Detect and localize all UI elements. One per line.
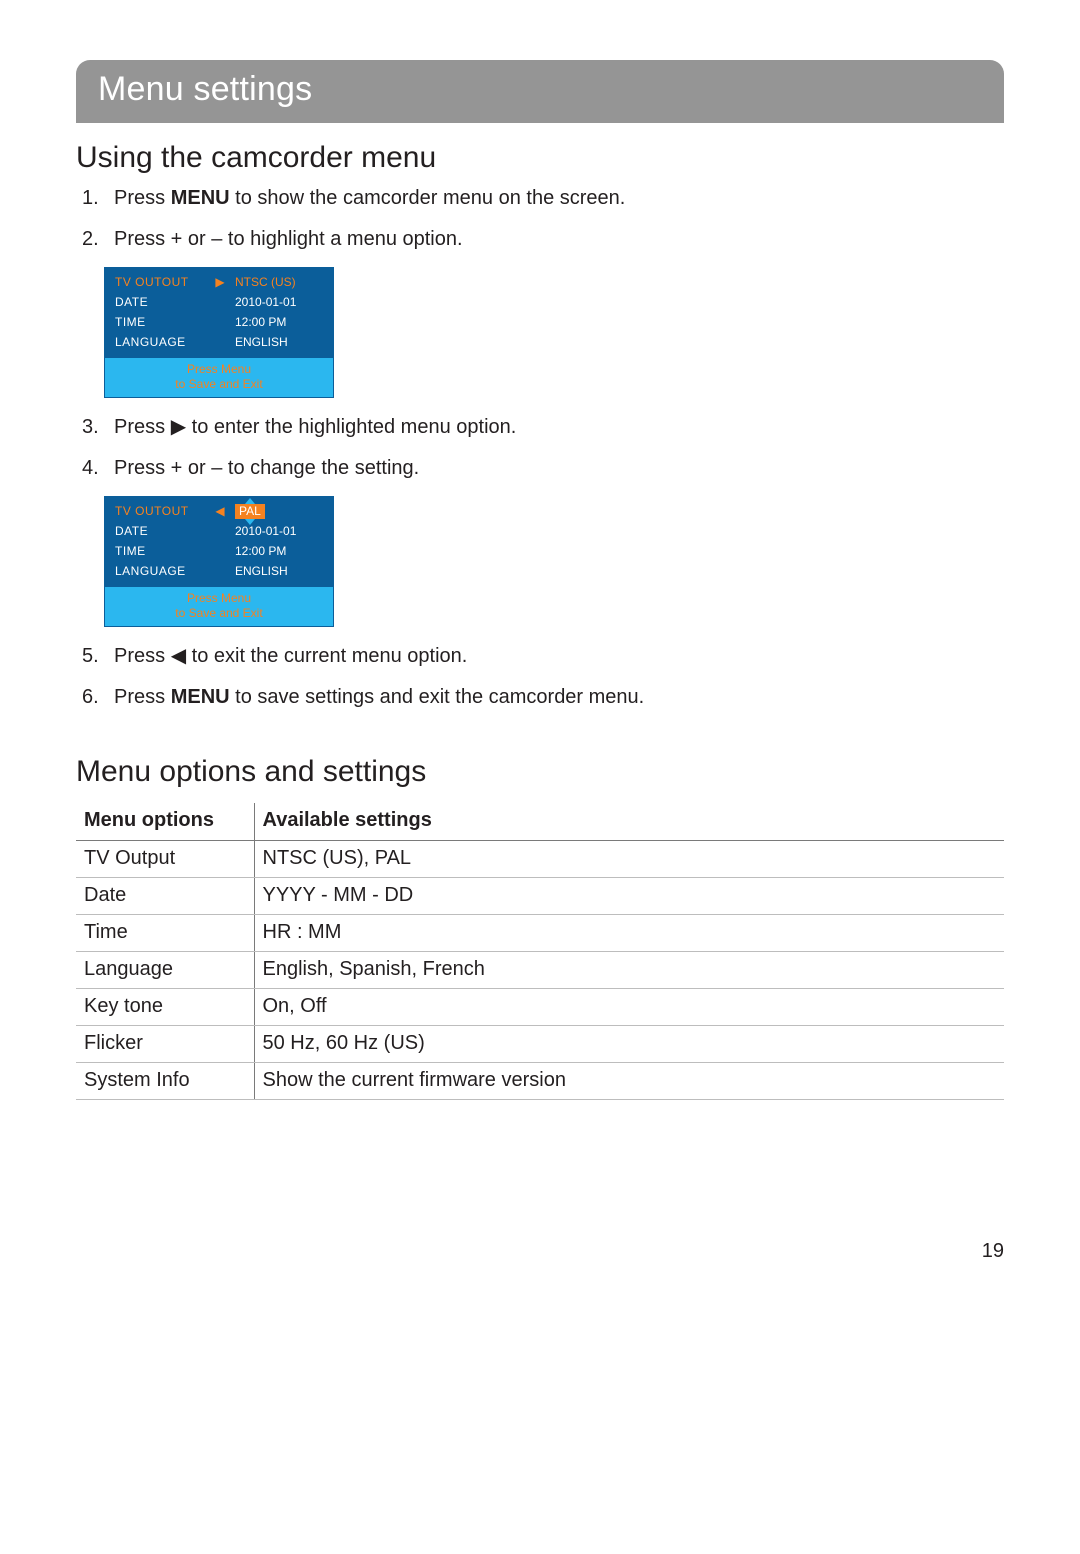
- camcorder-menu-screenshot-b: TV OUTOUT ◀ PAL DATE 2010-01-01 TIME 12:…: [104, 496, 334, 627]
- steps-list: 1. Press MENU to show the camcorder menu…: [76, 185, 1004, 253]
- cell-option: Time: [76, 915, 254, 952]
- table-row: TimeHR : MM: [76, 915, 1004, 952]
- caret-up-icon: [245, 498, 255, 504]
- step-text: Press MENU to show the camcorder menu on…: [114, 185, 625, 212]
- banner-title: Menu settings: [98, 70, 982, 109]
- step-text: Press ◀ to exit the current menu option.: [114, 643, 467, 670]
- cell-settings: HR : MM: [254, 915, 1004, 952]
- left-arrow-icon: ◀: [211, 504, 229, 518]
- menu-row-date: DATE 2010-01-01: [105, 292, 333, 312]
- cell-option: Flicker: [76, 1026, 254, 1063]
- step-number: 4.: [82, 455, 104, 482]
- cell-settings: English, Spanish, French: [254, 952, 1004, 989]
- step-number: 2.: [82, 226, 104, 253]
- right-arrow-icon: ▶: [171, 416, 186, 438]
- cell-option: Language: [76, 952, 254, 989]
- menu-row-tvout: TV OUTOUT ◀ PAL: [105, 501, 333, 521]
- step-3: 3. Press ▶ to enter the highlighted menu…: [82, 414, 1004, 441]
- cell-settings: On, Off: [254, 989, 1004, 1026]
- menu-options-table: Menu options Available settings TV Outpu…: [76, 803, 1004, 1100]
- cell-option: System Info: [76, 1063, 254, 1100]
- step-4: 4. Press + or – to change the setting.: [82, 455, 1004, 482]
- table-row: Key toneOn, Off: [76, 989, 1004, 1026]
- highlighted-value: PAL: [235, 504, 265, 519]
- right-arrow-icon: ▶: [211, 275, 229, 289]
- menu-footer: Press Menu to Save and Exit: [105, 358, 333, 397]
- left-arrow-icon: ◀: [171, 645, 186, 667]
- step-text: Press MENU to save settings and exit the…: [114, 684, 644, 711]
- table-row: DateYYYY - MM - DD: [76, 878, 1004, 915]
- cell-settings: 50 Hz, 60 Hz (US): [254, 1026, 1004, 1063]
- table-row: Flicker50 Hz, 60 Hz (US): [76, 1026, 1004, 1063]
- page-banner: Menu settings: [76, 60, 1004, 123]
- menu-footer: Press Menu to Save and Exit: [105, 587, 333, 626]
- menu-row-date: DATE 2010-01-01: [105, 521, 333, 541]
- step-number: 5.: [82, 643, 104, 670]
- step-number: 6.: [82, 684, 104, 711]
- step-text: Press + or – to change the setting.: [114, 455, 419, 482]
- th-available-settings: Available settings: [254, 803, 1004, 841]
- cell-option: Date: [76, 878, 254, 915]
- menu-row-time: TIME 12:00 PM: [105, 541, 333, 561]
- step-text: Press ▶ to enter the highlighted menu op…: [114, 414, 516, 441]
- step-text: Press + or – to highlight a menu option.: [114, 226, 463, 253]
- table-row: System InfoShow the current firmware ver…: [76, 1063, 1004, 1100]
- caret-down-icon: [245, 519, 255, 525]
- cell-option: TV Output: [76, 841, 254, 878]
- page-number: 19: [982, 1240, 1004, 1263]
- steps-list-cont1: 3. Press ▶ to enter the highlighted menu…: [76, 414, 1004, 482]
- step-number: 3.: [82, 414, 104, 441]
- camcorder-menu-screenshot-a: TV OUTOUT ▶ NTSC (US) DATE 2010-01-01 TI…: [104, 267, 334, 398]
- menu-row-language: LANGUAGE ENGLISH: [105, 561, 333, 581]
- section-heading-using-menu: Using the camcorder menu: [76, 141, 1004, 175]
- menu-row-language: LANGUAGE ENGLISH: [105, 332, 333, 352]
- th-menu-options: Menu options: [76, 803, 254, 841]
- section-heading-options: Menu options and settings: [76, 755, 1004, 789]
- menu-row-time: TIME 12:00 PM: [105, 312, 333, 332]
- step-2: 2. Press + or – to highlight a menu opti…: [82, 226, 1004, 253]
- table-row: TV OutputNTSC (US), PAL: [76, 841, 1004, 878]
- cell-option: Key tone: [76, 989, 254, 1026]
- step-6: 6. Press MENU to save settings and exit …: [82, 684, 1004, 711]
- step-number: 1.: [82, 185, 104, 212]
- steps-list-cont2: 5. Press ◀ to exit the current menu opti…: [76, 643, 1004, 711]
- cell-settings: YYYY - MM - DD: [254, 878, 1004, 915]
- step-5: 5. Press ◀ to exit the current menu opti…: [82, 643, 1004, 670]
- cell-settings: Show the current firmware version: [254, 1063, 1004, 1100]
- table-row: LanguageEnglish, Spanish, French: [76, 952, 1004, 989]
- step-1: 1. Press MENU to show the camcorder menu…: [82, 185, 1004, 212]
- cell-settings: NTSC (US), PAL: [254, 841, 1004, 878]
- menu-row-tvout: TV OUTOUT ▶ NTSC (US): [105, 272, 333, 292]
